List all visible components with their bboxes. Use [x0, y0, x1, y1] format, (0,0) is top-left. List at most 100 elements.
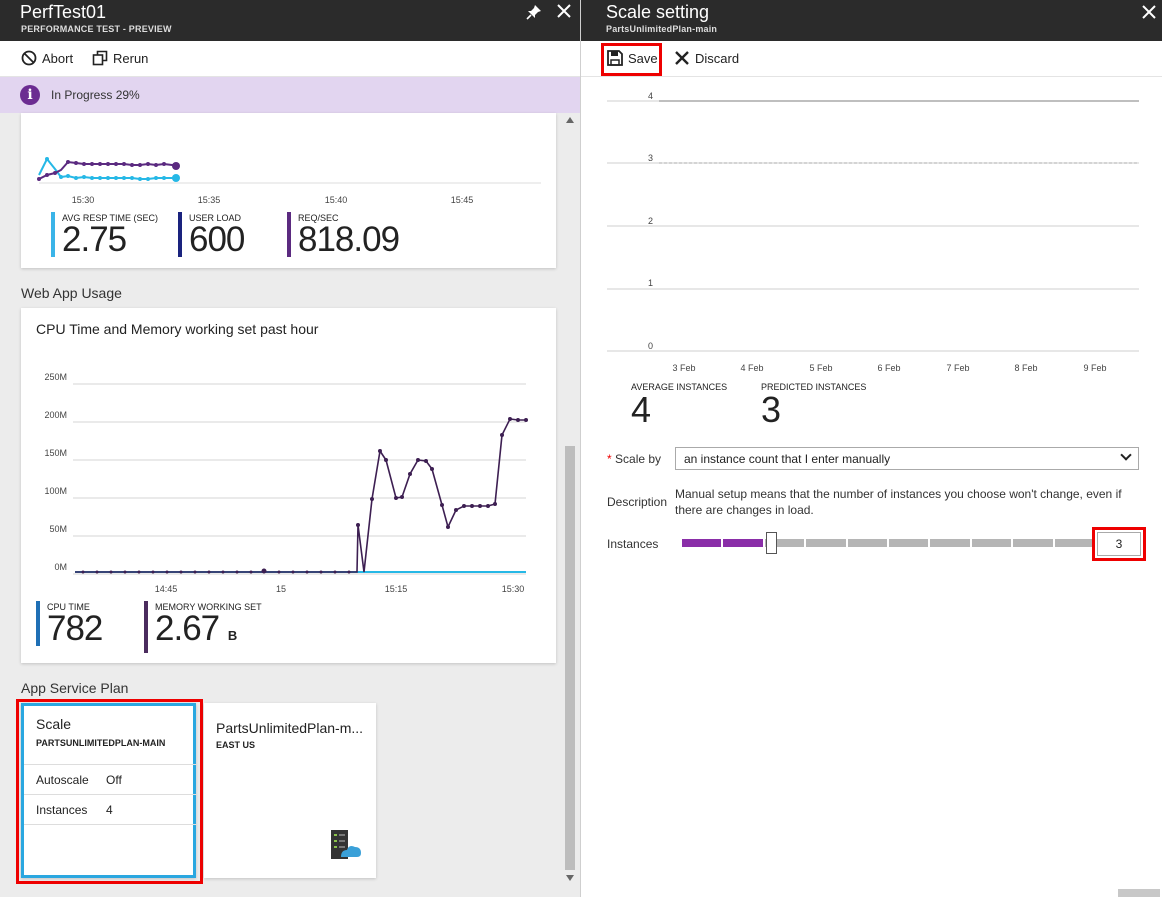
- plan-tile[interactable]: PartsUnlimitedPlan-m... EAST US: [204, 703, 376, 878]
- perf-x-tick: 15:35: [198, 195, 221, 205]
- usage-chart-card[interactable]: CPU Time and Memory working set past hou…: [21, 308, 556, 663]
- abort-label: Abort: [42, 50, 74, 66]
- blade-subtitle: PERFORMANCE TEST - PREVIEW: [21, 24, 172, 34]
- scroll-thumb[interactable]: [565, 446, 575, 870]
- usage-y-tick: 50M: [49, 524, 67, 534]
- scale-setting-header: Scale setting PartsUnlimitedPlan-main: [581, 0, 1162, 41]
- average-instances-stat: AVERAGE INSTANCES 4: [631, 382, 727, 428]
- instance-x-tick: 9 Feb: [1083, 363, 1106, 373]
- instance-x-tick: 6 Feb: [877, 363, 900, 373]
- scale-by-label-text: Scale by: [615, 452, 662, 466]
- save-label: Save: [628, 50, 658, 66]
- perftest-blade: PerfTest01 PERFORMANCE TEST - PREVIEW Ab…: [0, 0, 580, 897]
- instance-y-tick: 0: [648, 341, 653, 351]
- tile-divider: [24, 824, 196, 825]
- discard-label: Discard: [695, 50, 740, 66]
- usage-y-tick: 100M: [44, 486, 67, 496]
- kpi-unit: B: [227, 628, 238, 643]
- slider-segment[interactable]: [682, 539, 722, 547]
- scroll-down-arrow-icon[interactable]: [566, 875, 574, 881]
- autoscale-row: Autoscale Off: [24, 764, 196, 794]
- kpi-value: 600: [189, 220, 245, 259]
- kpi-value: 2.75: [62, 220, 127, 259]
- autoscale-label: Autoscale: [36, 773, 89, 787]
- instances-row: Instances 4: [24, 794, 196, 824]
- usage-chart: 250M 200M 150M 100M 50M 0M 14:45 15 15:1…: [44, 372, 528, 594]
- slider-segment[interactable]: [971, 539, 1012, 547]
- perftest-toolbar: Abort Rerun: [0, 41, 580, 77]
- blade-title: Scale setting: [606, 2, 710, 22]
- slider-segment[interactable]: [723, 539, 763, 547]
- stat-value: 4: [631, 389, 652, 430]
- blade-subtitle: PartsUnlimitedPlan-main: [606, 24, 718, 34]
- instance-y-tick: 4: [648, 91, 653, 101]
- abort-icon: [21, 50, 37, 66]
- instance-x-tick: 7 Feb: [946, 363, 969, 373]
- chevron-down-icon: [1120, 449, 1132, 461]
- slider-segment[interactable]: [806, 539, 846, 547]
- save-button[interactable]: Save: [607, 50, 658, 66]
- abort-button[interactable]: Abort: [21, 50, 73, 66]
- usage-x-tick: 15:30: [502, 584, 525, 594]
- rerun-icon: [92, 50, 108, 66]
- app-service-plan-icon: [330, 829, 362, 866]
- discard-icon: [674, 50, 690, 66]
- blade-scroll-stub: [1118, 889, 1160, 897]
- instance-x-tick: 4 Feb: [740, 363, 763, 373]
- perf-x-tick: 15:40: [325, 195, 348, 205]
- instance-chart: 4 3 2 1 0 3 Feb 4 Feb 5 Feb 6 Feb 7 Feb …: [607, 91, 1139, 373]
- perftest-header: PerfTest01 PERFORMANCE TEST - PREVIEW: [0, 0, 580, 41]
- save-icon: [607, 50, 623, 66]
- close-icon[interactable]: [1142, 3, 1156, 24]
- usage-y-tick: 200M: [44, 410, 67, 420]
- scale-by-select[interactable]: an instance count that I enter manually: [675, 447, 1139, 470]
- kpi-cpu-time[interactable]: CPU TIME 782: [36, 601, 103, 646]
- scale-tile-title: Scale: [36, 716, 72, 732]
- rerun-label: Rerun: [113, 50, 149, 66]
- slider-segment[interactable]: [930, 539, 970, 547]
- kpi-req-sec[interactable]: REQ/SEC 818.09: [287, 212, 400, 259]
- usage-y-tick: 250M: [44, 372, 67, 382]
- usage-x-tick: 15: [276, 584, 286, 594]
- slider-segment[interactable]: [1013, 539, 1053, 547]
- left-scrollbar[interactable]: [563, 113, 577, 885]
- instances-label: Instances: [607, 537, 659, 551]
- info-icon: i: [20, 85, 40, 105]
- pin-icon[interactable]: [526, 4, 542, 25]
- kpi-memory-working-set[interactable]: MEMORY WORKING SET 2.67 B: [144, 601, 262, 653]
- instances-slider-handle[interactable]: [766, 532, 777, 554]
- blade-title: PerfTest01: [20, 2, 107, 22]
- close-icon[interactable]: [556, 3, 572, 24]
- instance-y-tick: 3: [648, 153, 653, 163]
- instances-input[interactable]: 3: [1097, 532, 1141, 556]
- perf-chart-card: 15:30 15:35 15:40 15:45 AVG RESP TIME (S…: [21, 113, 556, 268]
- stat-value: 3: [761, 389, 782, 430]
- usage-y-tick: 150M: [44, 448, 67, 458]
- discard-button[interactable]: Discard: [674, 50, 739, 66]
- kpi-value: 818.09: [298, 220, 400, 259]
- status-bar: i In Progress 29%: [0, 77, 580, 113]
- slider-segment[interactable]: [847, 539, 887, 547]
- kpi-user-load[interactable]: USER LOAD 600: [178, 212, 245, 259]
- perf-x-tick: 15:30: [72, 195, 95, 205]
- memory-working-set-line: [75, 418, 526, 573]
- app-service-plan-heading: App Service Plan: [21, 680, 129, 696]
- plan-tile-subtitle: EAST US: [216, 740, 256, 750]
- predicted-instances-stat: PREDICTED INSTANCES 3: [761, 382, 866, 428]
- plan-tile-title: PartsUnlimitedPlan-m...: [216, 720, 364, 736]
- slider-segment[interactable]: [889, 539, 929, 547]
- scroll-up-arrow-icon[interactable]: [566, 117, 574, 123]
- slider-segment[interactable]: [1054, 539, 1094, 547]
- scale-by-value: an instance count that I enter manually: [684, 452, 891, 466]
- scale-tile[interactable]: Scale PARTSUNLIMITEDPLAN-MAIN Autoscale …: [21, 703, 196, 878]
- usage-y-tick: 0M: [54, 562, 67, 572]
- instance-x-tick: 8 Feb: [1014, 363, 1037, 373]
- description-text: Manual setup means that the number of in…: [675, 487, 1122, 517]
- rerun-button[interactable]: Rerun: [92, 50, 148, 66]
- instance-y-tick: 2: [648, 216, 653, 226]
- scale-tile-subtitle: PARTSUNLIMITEDPLAN-MAIN: [36, 738, 166, 748]
- instances-label: Instances: [36, 803, 88, 817]
- web-app-usage-heading: Web App Usage: [21, 285, 122, 301]
- scale-setting-blade: Scale setting PartsUnlimitedPlan-main Sa…: [580, 0, 1162, 897]
- kpi-avg-resp-time[interactable]: AVG RESP TIME (SEC) 2.75: [51, 212, 158, 257]
